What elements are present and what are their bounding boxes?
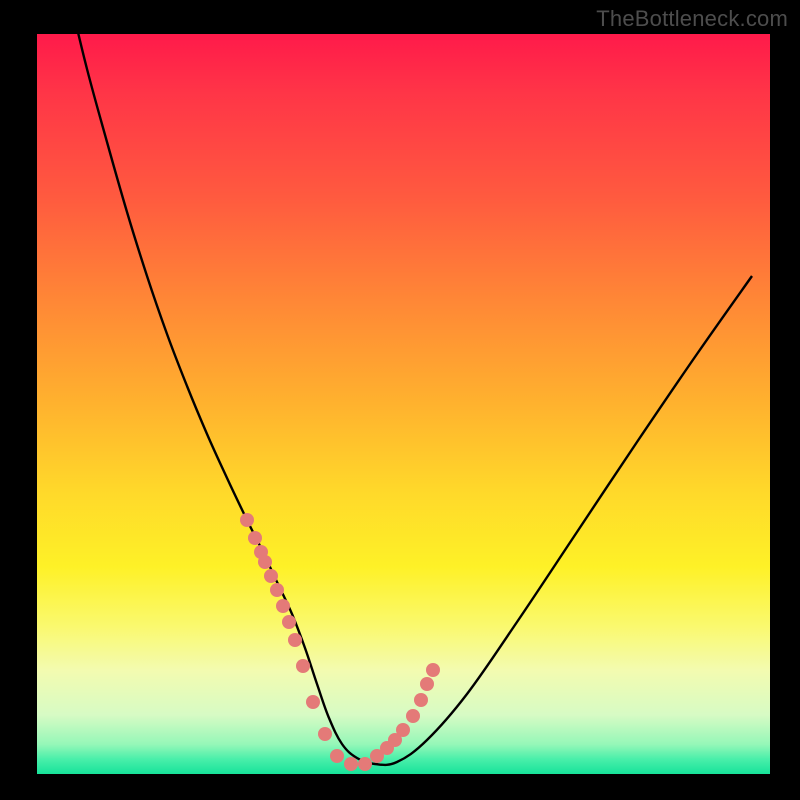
highlight-dot <box>264 569 278 583</box>
highlight-dot <box>396 723 410 737</box>
highlight-dot <box>306 695 320 709</box>
curve-layer <box>0 0 800 800</box>
highlight-dot <box>248 531 262 545</box>
highlight-dot <box>318 727 332 741</box>
chart-frame: TheBottleneck.com <box>0 0 800 800</box>
highlight-dot <box>276 599 290 613</box>
bottleneck-curve <box>69 0 752 765</box>
highlight-dot <box>426 663 440 677</box>
highlight-dot <box>420 677 434 691</box>
highlight-dot <box>270 583 284 597</box>
highlight-dot <box>344 757 358 771</box>
highlight-dot <box>358 757 372 771</box>
highlight-dot <box>258 555 272 569</box>
highlight-dot <box>406 709 420 723</box>
highlight-dot <box>240 513 254 527</box>
highlight-dot <box>296 659 310 673</box>
highlight-dot <box>288 633 302 647</box>
highlight-dot <box>330 749 344 763</box>
highlight-dot <box>282 615 296 629</box>
highlight-dot <box>414 693 428 707</box>
